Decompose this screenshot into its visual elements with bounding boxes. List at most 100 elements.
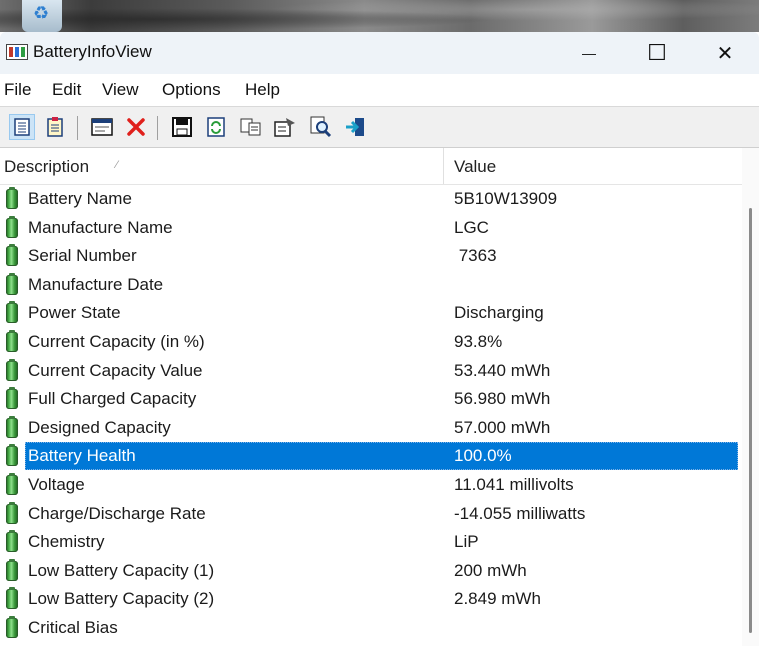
table-row[interactable]: Current Capacity (in %) 93.8% (0, 328, 738, 356)
close-button[interactable]: ✕ (691, 32, 759, 74)
copy-icon (240, 118, 261, 136)
row-value: 2.849 mWh (454, 589, 541, 608)
row-description: Manufacture Name (28, 218, 173, 237)
row-value: Discharging (454, 303, 544, 322)
battery-icon (6, 216, 18, 238)
row-value: 7363 (454, 246, 497, 265)
desktop-wallpaper (0, 0, 759, 32)
table-row[interactable]: Manufacture Name LGC (0, 214, 738, 242)
options-icon (274, 118, 295, 137)
table-row[interactable]: Charge/Discharge Rate -14.055 milliwatts (0, 500, 738, 528)
battery-icon (6, 301, 18, 323)
battery-icon (6, 530, 18, 552)
title-bar[interactable]: BatteryInfoView — ☐ ✕ (0, 32, 759, 74)
copy-button[interactable] (238, 114, 264, 140)
scrollbar-thumb[interactable] (749, 208, 752, 633)
row-description: Power State (28, 303, 121, 322)
row-description: Critical Bias (28, 618, 118, 637)
html-report-icon (91, 118, 113, 136)
row-description: Low Battery Capacity (1) (28, 561, 215, 580)
maximize-button[interactable]: ☐ (623, 32, 691, 74)
battery-icon (6, 559, 18, 581)
row-description: Current Capacity Value (28, 361, 203, 380)
find-icon (310, 116, 332, 138)
save-button[interactable] (169, 114, 195, 140)
table-row[interactable]: Battery Health 100.0% (0, 442, 738, 470)
row-description: Designed Capacity (28, 418, 171, 437)
row-value: 57.000 mWh (454, 418, 551, 437)
table-row[interactable]: Low Battery Capacity (2) 2.849 mWh (0, 585, 738, 613)
sort-arrow-icon: ⁄ (116, 159, 118, 171)
table-row[interactable]: Current Capacity Value 53.440 mWh (0, 357, 738, 385)
table-row[interactable]: Designed Capacity 57.000 mWh (0, 414, 738, 442)
row-description: Charge/Discharge Rate (28, 504, 206, 523)
row-description: Battery Health (28, 446, 136, 465)
battery-icon (6, 416, 18, 438)
minimize-icon: — (582, 45, 596, 61)
table-row[interactable]: Critical Bias (0, 614, 738, 642)
battery-icon (6, 330, 18, 352)
properties-icon (14, 118, 30, 136)
battery-icon (6, 444, 18, 466)
row-value: 100.0% (454, 446, 512, 465)
toolbar (0, 106, 759, 148)
table-row[interactable]: Full Charged Capacity 56.980 mWh (0, 385, 738, 413)
battery-log-button[interactable] (42, 114, 68, 140)
maximize-icon: ☐ (647, 40, 667, 65)
menu-file[interactable]: File (4, 80, 31, 100)
refresh-button[interactable] (203, 114, 229, 140)
table-row[interactable]: Battery Name 5B10W13909 (0, 185, 738, 213)
menu-options[interactable]: Options (162, 80, 221, 100)
properties-button[interactable] (9, 114, 35, 140)
battery-icon (6, 273, 18, 295)
row-description: Manufacture Date (28, 275, 164, 294)
table-row[interactable]: Power State Discharging (0, 299, 738, 327)
row-description: Current Capacity (in %) (28, 332, 205, 351)
menu-view[interactable]: View (102, 80, 139, 100)
toolbar-separator (157, 116, 158, 140)
exit-button[interactable] (342, 114, 368, 140)
row-description: Full Charged Capacity (28, 389, 197, 408)
minimize-button[interactable]: — (555, 32, 623, 74)
menu-bar: File Edit View Options Help (0, 74, 759, 106)
row-description: Voltage (28, 475, 85, 494)
list-header: Description ⁄ Value (0, 148, 742, 185)
column-header-description[interactable]: Description (4, 157, 89, 177)
row-value: 11.041 millivolts (454, 475, 574, 494)
row-value: -14.055 milliwatts (454, 504, 586, 523)
options-button[interactable] (272, 114, 298, 140)
find-button[interactable] (308, 114, 334, 140)
battery-icon (6, 587, 18, 609)
row-value: 200 mWh (454, 561, 527, 580)
row-description: Low Battery Capacity (2) (28, 589, 215, 608)
battery-icon (6, 387, 18, 409)
menu-edit[interactable]: Edit (52, 80, 81, 100)
row-value: 53.440 mWh (454, 361, 551, 380)
battery-icon (6, 244, 18, 266)
table-row[interactable]: Voltage 11.041 millivolts (0, 471, 738, 499)
row-description: Serial Number (28, 246, 137, 265)
exit-icon (346, 118, 364, 136)
app-icon (6, 44, 28, 60)
column-header-value[interactable]: Value (454, 157, 496, 177)
battery-icon (6, 502, 18, 524)
table-row[interactable]: Low Battery Capacity (1) 200 mWh (0, 557, 738, 585)
delete-icon (127, 118, 145, 136)
battery-icon (6, 359, 18, 381)
save-icon (172, 117, 192, 137)
log-icon (47, 117, 63, 137)
row-value: LGC (454, 218, 489, 237)
recycle-bin-icon[interactable]: ♻ (22, 0, 62, 32)
table-row[interactable]: Manufacture Date (0, 271, 738, 299)
window-title: BatteryInfoView (33, 42, 152, 61)
menu-help[interactable]: Help (245, 80, 280, 100)
column-divider[interactable] (443, 148, 444, 184)
vertical-scrollbar[interactable] (742, 148, 759, 646)
row-value: LiP (454, 532, 479, 551)
table-row[interactable]: Chemistry LiP (0, 528, 738, 556)
row-value: 93.8% (454, 332, 503, 351)
html-report-button[interactable] (89, 114, 115, 140)
table-row[interactable]: Serial Number 7363 (0, 242, 738, 270)
battery-info-list[interactable]: Description ⁄ Value Battery Name 5B10W139… (0, 148, 759, 646)
delete-button[interactable] (123, 114, 149, 140)
